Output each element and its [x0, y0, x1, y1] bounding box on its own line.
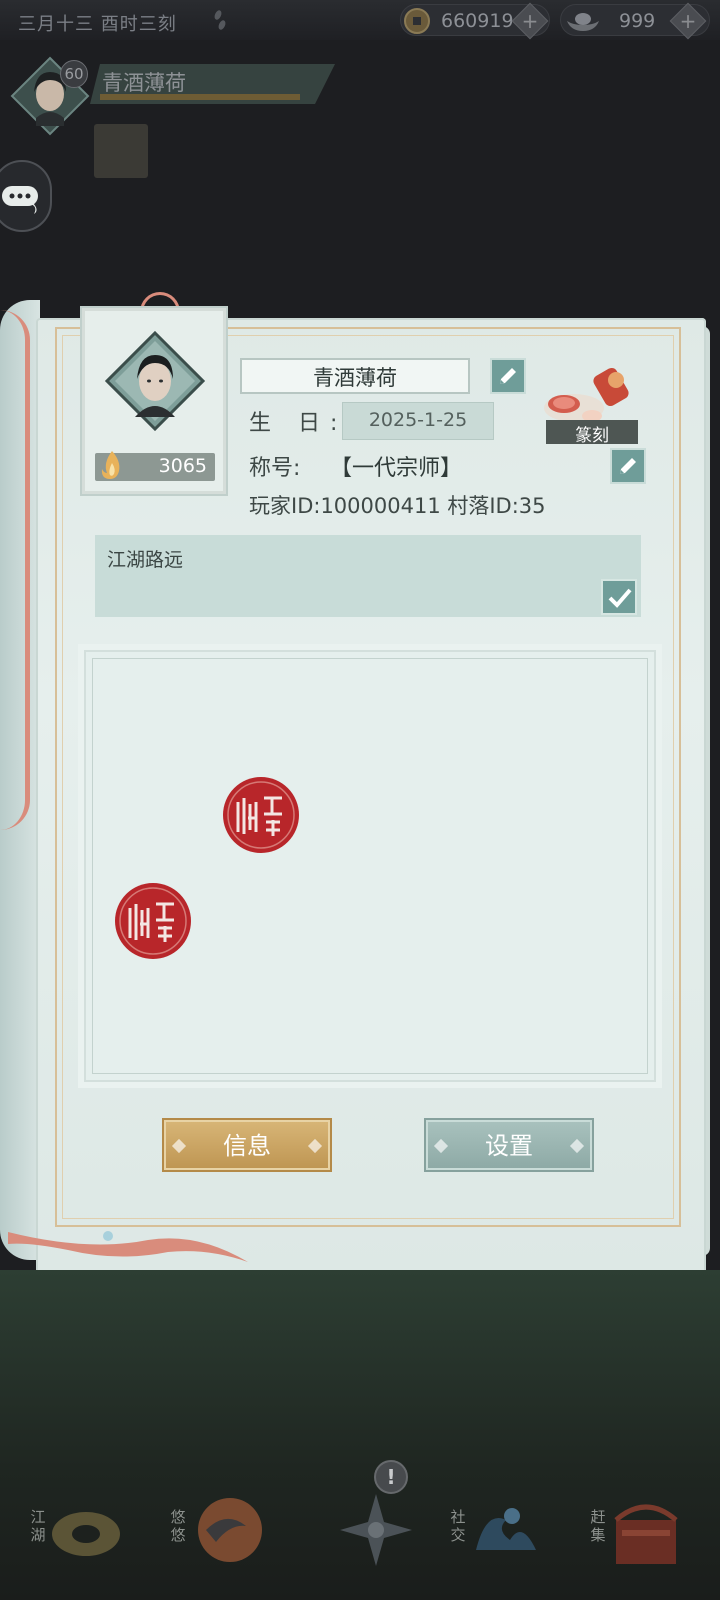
player-ids: 玩家ID:100000411 村落ID:35	[249, 494, 546, 518]
copper-coin-icon	[404, 8, 430, 34]
seal-label: 篆刻	[575, 426, 609, 446]
plus-icon: +	[521, 9, 539, 33]
umbrella-icon	[52, 1512, 120, 1556]
player-level-badge: 60	[60, 60, 88, 88]
edit-title-button[interactable]	[610, 448, 646, 484]
seal-label-box[interactable]: 篆刻	[546, 420, 638, 446]
chat-icon	[2, 186, 38, 214]
info-button[interactable]: 信息	[164, 1120, 330, 1170]
silver-currency: 999 +	[560, 2, 710, 40]
compass-icon	[340, 1494, 412, 1566]
player-name: 青酒薄荷	[102, 71, 186, 95]
title-value: 【一代宗师】	[330, 456, 463, 481]
flame-icon	[101, 451, 120, 479]
diamond-ornament	[171, 1138, 187, 1154]
nav-market[interactable]: 赶集	[570, 1490, 690, 1590]
nav-label: 社交	[450, 1508, 466, 1544]
nav-youyou[interactable]: 悠悠	[150, 1490, 270, 1590]
add-copper-button[interactable]: +	[511, 2, 549, 40]
confirm-signature-button[interactable]	[601, 579, 637, 615]
nav-center[interactable]	[300, 1490, 420, 1590]
diamond-ornament	[569, 1138, 585, 1154]
diamond-ornament	[433, 1138, 449, 1154]
bird-moon-icon	[198, 1498, 262, 1562]
notification-badge: !	[374, 1460, 408, 1494]
add-silver-button[interactable]: +	[669, 2, 707, 40]
character-portrait	[105, 331, 205, 431]
stamp-area-border	[92, 658, 648, 1074]
food-box-icon	[614, 1504, 678, 1564]
copper-currency: 660919 +	[400, 2, 550, 40]
seal-stamp[interactable]	[220, 774, 302, 856]
signature-text: 江湖路远	[107, 549, 184, 571]
info-button-label: 信息	[223, 1132, 271, 1160]
companion-portrait[interactable]	[94, 124, 148, 178]
signature-field[interactable]: 江湖路远	[95, 535, 641, 617]
diamond-ornament	[307, 1138, 323, 1154]
game-time: 三月十三 酉时三刻	[18, 14, 177, 35]
pencil-icon	[620, 458, 636, 474]
nav-label: 悠悠	[170, 1508, 186, 1544]
ribbon-tassel	[8, 1231, 248, 1262]
profile-book-panel: 3065 青酒薄荷 生 日: 2025-1-25 称号: 【一代宗师】 玩家ID…	[0, 292, 720, 1280]
profile-name-plate: 青酒薄荷	[240, 358, 470, 394]
birthday-field: 2025-1-25	[342, 402, 494, 440]
nav-label: 赶集	[590, 1508, 606, 1544]
birthday-label: 生 日:	[249, 411, 348, 436]
seal-stamp[interactable]	[112, 880, 194, 962]
nav-social[interactable]: 社交	[430, 1490, 550, 1590]
ribbon-decoration	[0, 310, 30, 830]
chat-button[interactable]	[0, 160, 52, 232]
edit-name-button[interactable]	[490, 358, 526, 394]
nav-label: 江湖	[30, 1508, 46, 1544]
weather-icon	[214, 10, 226, 30]
silver-amount: 999	[619, 10, 656, 32]
copper-amount: 660919	[441, 10, 514, 32]
plus-icon: +	[679, 9, 697, 33]
sycee-icon	[567, 13, 599, 31]
check-icon	[608, 588, 632, 608]
top-status-bar: 三月十三 酉时三刻 660919 + 999 +	[0, 0, 720, 40]
title-label: 称号:	[249, 456, 301, 481]
wave-icon	[476, 1508, 536, 1550]
nav-jianghu[interactable]: 江湖	[10, 1490, 130, 1590]
settings-button[interactable]: 设置	[426, 1120, 592, 1170]
stamp-collection-area	[84, 650, 656, 1082]
portrait-card[interactable]: 3065	[82, 308, 226, 494]
profile-name: 青酒薄荷	[313, 366, 397, 390]
pencil-icon	[500, 368, 516, 384]
birthday-value: 2025-1-25	[368, 409, 468, 431]
settings-button-label: 设置	[485, 1132, 533, 1160]
power-value: 3065	[158, 455, 207, 477]
power-badge: 3065	[95, 451, 215, 481]
